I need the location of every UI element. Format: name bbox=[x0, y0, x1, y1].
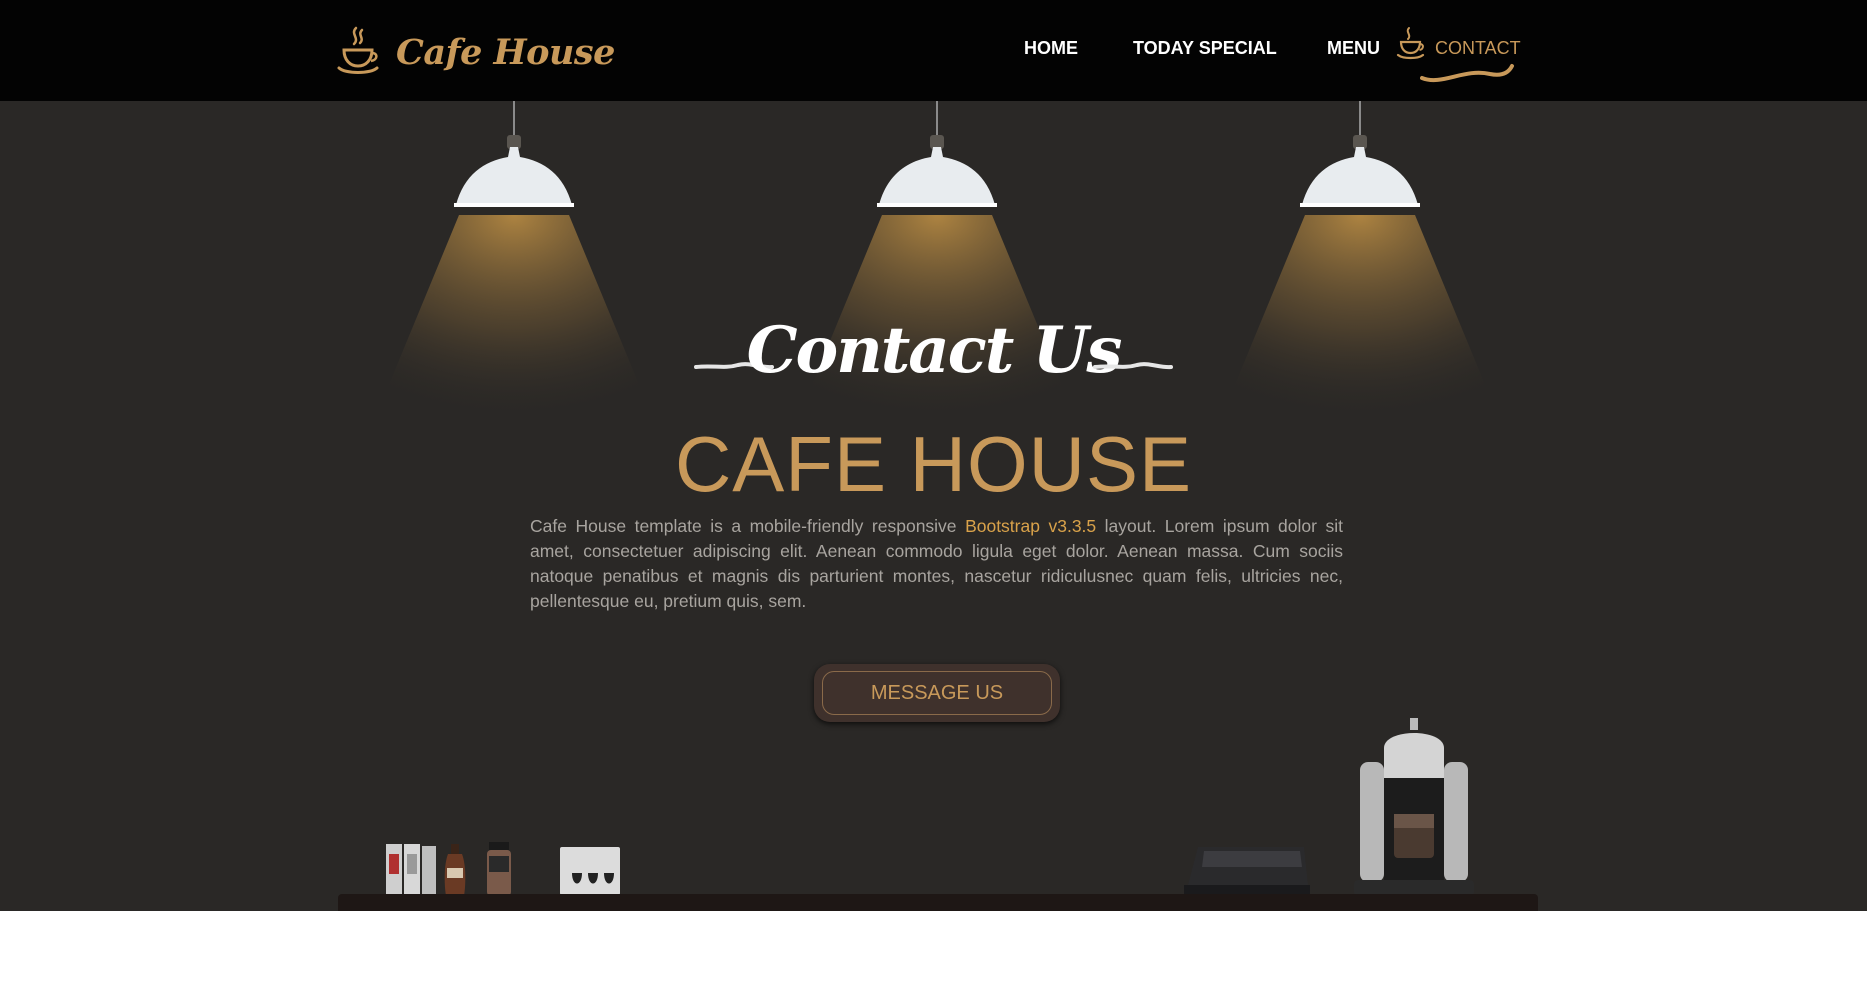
bottle-icon bbox=[444, 844, 466, 896]
message-us-label: MESSAGE US bbox=[870, 682, 1004, 704]
jar-icon bbox=[487, 842, 511, 896]
pendant-lamp-icon bbox=[877, 135, 997, 207]
description-text: Cafe House template is a mobile-friendly… bbox=[530, 516, 966, 536]
bootstrap-link[interactable]: Bootstrap v3.3.5 bbox=[965, 516, 1096, 536]
nav-menu[interactable]: MENU bbox=[1327, 38, 1380, 59]
coffee-cup-icon bbox=[1396, 26, 1426, 64]
coffee-bag-icon bbox=[560, 847, 620, 895]
pendant-lamp-icon bbox=[1300, 135, 1420, 207]
shelf bbox=[338, 894, 1538, 911]
brand-name: Cafe House bbox=[396, 31, 615, 73]
brand-logo[interactable]: Cafe House bbox=[336, 22, 615, 82]
message-us-button[interactable]: MESSAGE US bbox=[814, 664, 1060, 722]
espresso-machine-icon bbox=[1354, 718, 1474, 896]
hero-title: CAFE HOUSE bbox=[674, 420, 1193, 508]
page-title-script: Contact Us bbox=[746, 313, 1123, 388]
pendant-lamp-icon bbox=[454, 135, 574, 207]
nav-home[interactable]: HOME bbox=[1024, 38, 1078, 59]
nav-contact[interactable]: CONTACT bbox=[1435, 38, 1521, 59]
coffee-tins-icon bbox=[386, 844, 436, 894]
hero-description: Cafe House template is a mobile-friendly… bbox=[530, 514, 1343, 614]
nav-today-special[interactable]: TODAY SPECIAL bbox=[1133, 38, 1277, 59]
navbar: Cafe House HOME TODAY SPECIAL MENU CONTA… bbox=[0, 0, 1867, 101]
cash-register-icon bbox=[1184, 847, 1310, 897]
coffee-cup-icon bbox=[336, 24, 380, 80]
active-underline-swoosh bbox=[1420, 60, 1516, 90]
hero-section: Contact Us CAFE HOUSE Cafe House templat… bbox=[0, 101, 1867, 911]
title-flourish-right bbox=[1093, 362, 1173, 370]
